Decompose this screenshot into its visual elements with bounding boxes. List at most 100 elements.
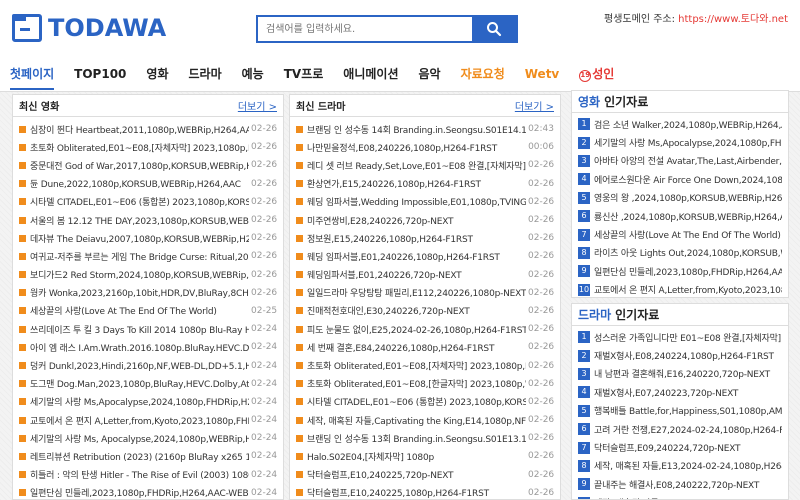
ranked-item[interactable]: 4 재벌X형사,E07,240223,720p-NEXT (572, 383, 788, 401)
item-title[interactable]: 재벌X형사,E07,240223,720p-NEXT (594, 386, 782, 399)
ranked-item[interactable]: 4 에어로스원다운 Air Force One Down,2024,1080p,W… (572, 170, 788, 188)
nav-animation[interactable]: 애니메이션 (333, 62, 408, 90)
list-item[interactable]: 브랜딩 인 성수동 13회 Branding.in.Seongsu.S01E13… (290, 429, 560, 447)
list-item[interactable]: 닥터슬럼프,E10,240225,1080p,H264-F1RST 02-26 (290, 484, 560, 499)
item-title[interactable]: 브랜딩 인 성수동 14회 Branding.in.Seongsu.S01E14… (307, 123, 526, 136)
list-item[interactable]: 나만믿을정석,E08,240226,1080p,H264-F1RST 00:06 (290, 138, 560, 156)
list-item[interactable]: 초토화 Obliterated,E01~E08,[한글자막] 2023,1080… (290, 375, 560, 393)
nav-tv[interactable]: TV프로 (274, 62, 334, 90)
search-input[interactable] (258, 17, 472, 41)
ranked-item[interactable]: 3 아바타 아앙의 전설 Avatar,The,Last,Airbender,E0… (572, 152, 788, 170)
item-title[interactable]: 영웅의 왕 ,2024,1080p,KORSUB,WEBRip,H264,AAC (594, 191, 782, 204)
ranked-item[interactable]: 10 교토에서 온 편지 A,Letter,from,Kyoto,2023,108… (572, 281, 788, 297)
item-title[interactable]: 라이츠 아웃 Lights Out,2024,1080p,KORSUB,WEBR… (594, 246, 782, 259)
list-item[interactable]: 세상끝의 사랑(Love At The End Of The World) 02-… (13, 302, 283, 320)
list-item[interactable]: 피도 눈물도 없이,E25,2024-02-26,1080p,H264-F1RS… (290, 320, 560, 338)
item-title[interactable]: 여귀교-저주를 부르는 게임 The Bridge Curse: Ritual,… (30, 250, 249, 263)
item-title[interactable]: 세상끝의 사랑(Love At The End Of The World) (594, 228, 782, 241)
list-item[interactable]: 웨딩 임파서블,Wedding Impossible,E01,1080p,TVI… (290, 193, 560, 211)
item-title[interactable]: 보디가드2 Red Storm,2024,1080p,KORSUB,WEBRip… (30, 268, 249, 281)
item-title[interactable]: 브랜딩 인 성수동 13회 Branding.in.Seongsu.S01E13… (307, 432, 526, 445)
list-item[interactable]: 일일드라마 우당탕탕 패밀리,E112,240226,1080p-NEXT 02-… (290, 284, 560, 302)
item-title[interactable]: 레트리뷰션 Retribution (2023) (2160p BluRay x… (30, 450, 249, 463)
item-title[interactable]: 웡카 Wonka,2023,2160p,10bit,HDR,DV,BluRay,… (30, 286, 249, 299)
item-title[interactable]: 내 남편과 결혼해줘,E16,240220,720p-NEXT (594, 367, 782, 380)
item-title[interactable]: 일일드라마 우당탕탕 패밀리,E112,240226,1080p-NEXT (307, 286, 526, 299)
list-item[interactable]: 웨딩임파서블,E01,240226,720p-NEXT 02-26 (290, 266, 560, 284)
item-title[interactable]: 심장이 뛴다 Heartbeat,2011,1080p,WEBRip,H264,… (30, 123, 249, 136)
list-item[interactable]: 초토화 Obliterated,E01~E08,[자체자막] 2023,1080… (290, 356, 560, 374)
item-title[interactable]: 초토화 Obliterated,E01~E08,[자체자막] 2023,1080… (30, 141, 249, 154)
list-item[interactable]: Halo.S02E04,[자체자막] 1080p 02-26 (290, 447, 560, 465)
list-item[interactable]: 중문대전 God of War,2017,1080p,KORSUB,WEBRip… (13, 156, 283, 174)
item-title[interactable]: 에어로스원다운 Air Force One Down,2024,1080p,WE… (594, 173, 782, 186)
item-title[interactable]: 쓰리데이즈 투 킬 3 Days To Kill 2014 1080p Blu-… (30, 323, 249, 336)
list-item[interactable]: 세작, 매혹된 자들,Captivating the King,E14,1080… (290, 411, 560, 429)
ranked-item[interactable]: 3 내 남편과 결혼해줘,E16,240220,720p-NEXT (572, 365, 788, 383)
nav-movies[interactable]: 영화 (136, 62, 178, 90)
ranked-item[interactable]: 1 검은 소년 Walker,2024,1080p,WEBRip,H264,AAC (572, 115, 788, 133)
item-title[interactable]: 닥터슬럼프,E10,240225,1080p,H264-F1RST (307, 486, 526, 499)
list-item[interactable]: 레트리뷰션 Retribution (2023) (2160p BluRay x… (13, 447, 283, 465)
item-title[interactable]: 세기말의 사랑 Ms, Apocalypse,2024,1080p,WEBRip… (30, 432, 249, 445)
ranked-item[interactable]: 7 세상끝의 사랑(Love At The End Of The World) (572, 225, 788, 243)
item-title[interactable]: 세 번째 결혼,E84,240226,1080p,H264-F1RST (307, 341, 526, 354)
list-item[interactable]: 닥터슬럼프,E10,240225,720p-NEXT 02-26 (290, 466, 560, 484)
ranked-item[interactable]: 6 고려 거란 전쟁,E27,2024-02-24,1080p,H264-F1RS… (572, 420, 788, 438)
ranked-item[interactable]: 9 일편단심 민들레,2023,1080p,FHDRip,H264,AAC-WEB… (572, 262, 788, 280)
nav-adult[interactable]: 19 성인 (569, 62, 624, 90)
list-item[interactable]: 덩커 Dunkl,2023,Hindi,2160p,NF,WEB-DL,DD+5… (13, 356, 283, 374)
list-item[interactable]: 교토에서 온 편지 A,Letter,from,Kyoto,2023,1080p… (13, 411, 283, 429)
list-item[interactable]: 레디 셋 러브 Ready,Set,Love,E01~E08 완결,[자체자막]… (290, 156, 560, 174)
list-item[interactable]: 미주연쌍비,E28,240226,720p-NEXT 02-26 (290, 211, 560, 229)
item-title[interactable]: 미주연쌍비,E28,240226,720p-NEXT (307, 214, 526, 227)
more-link[interactable]: 더보기 > (515, 98, 554, 113)
site-logo[interactable]: TODAWA (12, 14, 166, 42)
more-link[interactable]: 더보기 > (238, 98, 277, 113)
list-item[interactable]: 서울의 봄 12.12 THE DAY,2023,1080p,KORSUB,WE… (13, 211, 283, 229)
list-item[interactable]: 세기말의 사랑 Ms, Apocalypse,2024,1080p,WEBRip… (13, 429, 283, 447)
ranked-item[interactable]: 7 닥터슬럼프,E09,240224,720p-NEXT (572, 438, 788, 456)
item-title[interactable]: 시타델 CITADEL,E01~E06 (통합본) 2023,1080p,KOR… (307, 395, 526, 408)
list-item[interactable]: 세기말의 사랑 Ms,Apocalypse,2024,1080p,FHDRip,… (13, 393, 283, 411)
nav-wetv[interactable]: Wetv (515, 62, 570, 90)
ranked-item[interactable]: 5 행복배틀 Battle,for,Happiness,S01,1080p,AMZ… (572, 402, 788, 420)
list-item[interactable]: 심장이 뛴다 Heartbeat,2011,1080p,WEBRip,H264,… (13, 120, 283, 138)
ranked-item[interactable]: 6 룡신산 ,2024,1080p,KORSUB,WEBRip,H264,AAC (572, 207, 788, 225)
list-item[interactable]: 진매적천호대인,E30,240226,720p-NEXT 02-26 (290, 302, 560, 320)
item-title[interactable]: 아이 엠 래스 I.Am.Wrath.2016.1080p.BluRay.HEV… (30, 341, 249, 354)
item-title[interactable]: 세기말의 사랑 Ms,Apocalypse,2024,1080p,FHDRip,… (30, 395, 249, 408)
list-item[interactable]: 데자뷰 The Deiavu,2007,1080p,KORSUB,WEBRip,… (13, 229, 283, 247)
item-title[interactable]: 환상연가,E15,240226,1080p,H264-F1RST (307, 177, 526, 190)
nav-variety[interactable]: 예능 (232, 62, 274, 90)
ranked-item[interactable]: 8 라이츠 아웃 Lights Out,2024,1080p,KORSUB,WEB… (572, 244, 788, 262)
list-item[interactable]: 일편단심 민들레,2023,1080p,FHDRip,H264,AAC-WEBH… (13, 484, 283, 499)
nav-dramas[interactable]: 드라마 (179, 62, 232, 90)
list-item[interactable]: 세 번째 결혼,E84,240226,1080p,H264-F1RST 02-26 (290, 338, 560, 356)
item-title[interactable]: 재벌X형사,E08,240224,1080p,H264-F1RST (594, 349, 782, 362)
item-title[interactable]: 닥터슬럼프,E09,240224,720p-NEXT (594, 441, 782, 454)
item-title[interactable]: 검은 소년 Walker,2024,1080p,WEBRip,H264,AAC (594, 118, 782, 131)
list-item[interactable]: 시타델 CITADEL,E01~E06 (통합본) 2023,1080p,KOR… (13, 193, 283, 211)
item-title[interactable]: 히틀러 : 악의 탄생 Hitler - The Rise of Evil (2… (30, 468, 249, 481)
list-item[interactable]: 보디가드2 Red Storm,2024,1080p,KORSUB,WEBRip… (13, 266, 283, 284)
item-title[interactable]: 아바타 아앙의 전설 Avatar,The,Last,Airbender,E01… (594, 154, 782, 167)
domain-url[interactable]: https://www.토다와.net (678, 14, 788, 25)
list-item[interactable]: 웨딩 임파서블,E01,240226,1080p,H264-F1RST 02-26 (290, 247, 560, 265)
list-item[interactable]: 환상연가,E15,240226,1080p,H264-F1RST 02-26 (290, 175, 560, 193)
item-title[interactable]: Halo.S02E04,[자체자막] 1080p (307, 450, 526, 463)
list-item[interactable]: 브랜딩 인 성수동 14회 Branding.in.Seongsu.S01E14… (290, 120, 560, 138)
item-title[interactable]: 세기말의 사랑 Ms,Apocalypse,2024,1080p,FHDRip,… (594, 136, 782, 149)
item-title[interactable]: 세작, 매혹된 자들,Captivating the King,E14,1080… (307, 414, 526, 427)
item-title[interactable]: 레디 셋 러브 Ready,Set,Love,E01~E08 완결,[자체자막]… (307, 159, 526, 172)
item-title[interactable]: 중문대전 God of War,2017,1080p,KORSUB,WEBRip… (30, 159, 249, 172)
item-title[interactable]: 웨딩 임파서블,E01,240226,1080p,H264-F1RST (307, 250, 526, 263)
item-title[interactable]: 교토에서 온 편지 A,Letter,from,Kyoto,2023,1080p… (30, 414, 249, 427)
list-item[interactable]: 아이 엠 래스 I.Am.Wrath.2016.1080p.BluRay.HEV… (13, 338, 283, 356)
item-title[interactable]: 끝내주는 해결사,E08,240222,720p-NEXT (594, 478, 782, 491)
item-title[interactable]: 피도 눈물도 없이,E25,2024-02-26,1080p,H264-F1RS… (307, 323, 526, 336)
list-item[interactable]: 히틀러 : 악의 탄생 Hitler - The Rise of Evil (2… (13, 466, 283, 484)
item-title[interactable]: 일편단심 민들레,2023,1080p,FHDRip,H264,AAC-WEBH… (30, 486, 249, 499)
search-button[interactable] (472, 17, 516, 41)
item-title[interactable]: 정보원,E15,240226,1080p,H264-F1RST (307, 232, 526, 245)
